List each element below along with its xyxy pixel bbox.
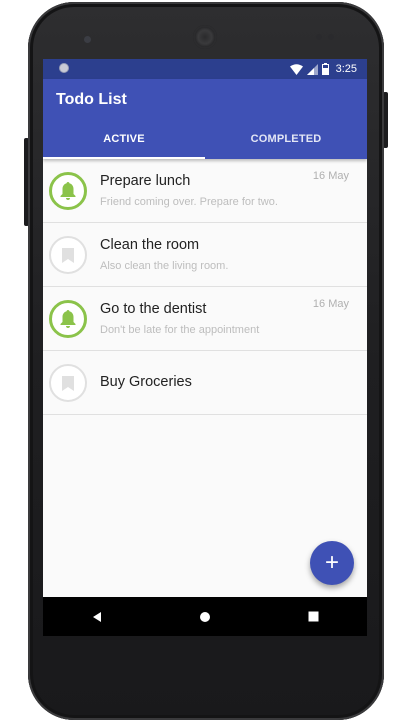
todo-date: 16 May — [312, 298, 349, 310]
back-icon — [93, 611, 101, 622]
screen: 3:25 Todo List ACTIVE COMPLETED Prepare … — [43, 59, 367, 636]
page-title: Todo List — [56, 91, 127, 108]
bookmark-icon — [62, 375, 74, 391]
signal-icon — [306, 63, 318, 75]
front-camera — [84, 36, 91, 43]
sensor — [316, 34, 322, 40]
reminder-toggle[interactable] — [49, 172, 87, 210]
reminder-toggle[interactable] — [49, 364, 87, 402]
home-button[interactable] — [185, 597, 225, 636]
todo-date: 16 May — [312, 170, 349, 182]
todo-title: Prepare lunch — [100, 173, 191, 189]
todo-title: Go to the dentist — [100, 301, 207, 317]
list-item[interactable]: Prepare lunch Friend coming over. Prepar… — [43, 159, 367, 223]
todo-subtitle: Also clean the living room. — [100, 260, 229, 272]
back-button[interactable] — [77, 597, 117, 636]
todo-subtitle: Friend coming over. Prepare for two. — [100, 196, 278, 208]
list-item[interactable]: Buy Groceries — [43, 351, 367, 415]
todo-list: Prepare lunch Friend coming over. Prepar… — [43, 159, 367, 415]
recents-icon — [308, 611, 318, 622]
tab-indicator — [43, 157, 205, 159]
list-item[interactable]: Go to the dentist Don't be late for the … — [43, 287, 367, 351]
tab-active[interactable]: ACTIVE — [43, 119, 205, 159]
reminder-toggle[interactable] — [49, 300, 87, 338]
status-icons: 3:25 — [289, 59, 357, 79]
reminder-toggle[interactable] — [49, 236, 87, 274]
home-icon — [200, 611, 210, 622]
bookmark-icon — [62, 247, 74, 263]
clock: 3:25 — [335, 63, 357, 75]
status-bar: 3:25 — [43, 59, 367, 79]
earpiece-speaker — [193, 25, 217, 49]
todo-title: Clean the room — [100, 237, 200, 253]
tab-label: ACTIVE — [103, 133, 145, 145]
bell-icon — [60, 310, 76, 328]
notification-icon — [59, 63, 69, 73]
add-todo-button[interactable]: + — [310, 541, 354, 585]
bell-icon — [60, 182, 76, 200]
wifi-icon — [289, 63, 303, 75]
app-bar: Todo List ACTIVE COMPLETED — [43, 79, 367, 159]
recents-button[interactable] — [293, 597, 333, 636]
todo-subtitle: Don't be late for the appointment — [100, 324, 260, 336]
tab-completed[interactable]: COMPLETED — [205, 119, 367, 159]
navigation-bar — [43, 597, 367, 636]
sensor — [328, 34, 334, 40]
tab-bar: ACTIVE COMPLETED — [43, 119, 367, 159]
tab-label: COMPLETED — [250, 133, 322, 145]
battery-icon — [321, 63, 329, 75]
todo-title: Buy Groceries — [100, 374, 192, 390]
list-item[interactable]: Clean the room Also clean the living roo… — [43, 223, 367, 287]
